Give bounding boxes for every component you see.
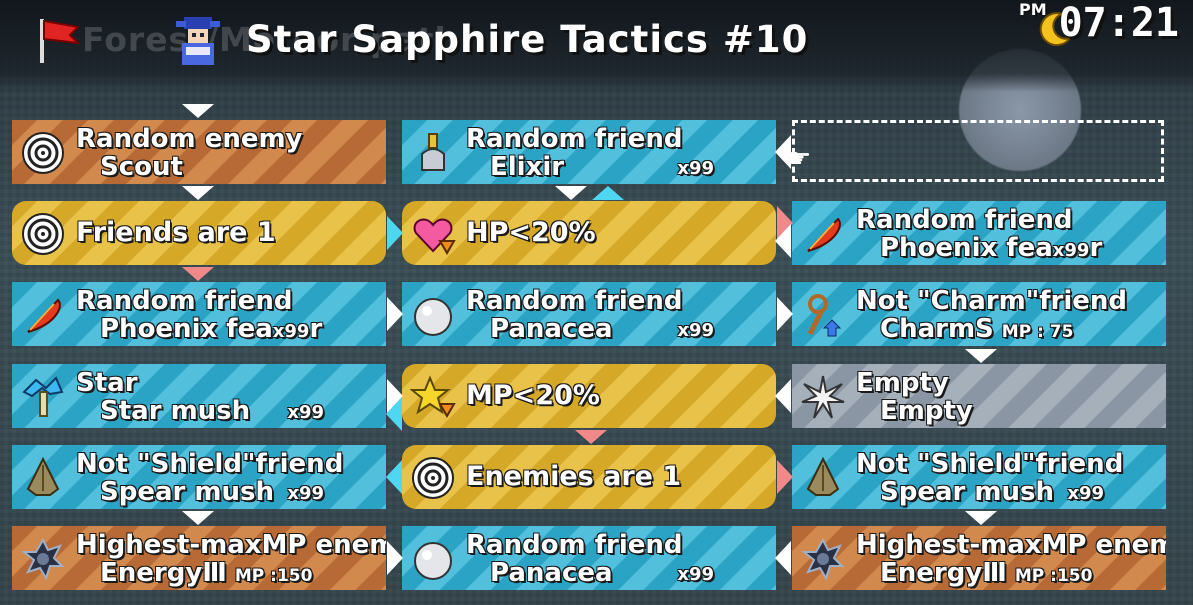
- flow-arrow-down: [182, 511, 214, 525]
- flow-arrow-down-false: [182, 267, 214, 281]
- target-label: Empty: [856, 368, 949, 398]
- action-label: Panacea: [490, 558, 613, 588]
- action-label: CharmS MP : 75: [880, 314, 1074, 344]
- tactic-cell-c2-r6[interactable]: Random friend Panacea x99: [402, 526, 776, 590]
- pearl-icon: [414, 542, 452, 580]
- quantity-label: x99: [677, 320, 714, 341]
- condition-label: HP<20%: [466, 217, 596, 248]
- target-icon: [22, 132, 64, 174]
- clock-time: 07:21: [1058, 0, 1179, 46]
- flow-arrow-left: [386, 397, 402, 431]
- flow-arrow-left: [386, 460, 402, 494]
- flow-arrow-right-false: [777, 460, 793, 494]
- action-label: Star mush: [100, 396, 251, 426]
- empty-sparkle-icon: [801, 375, 845, 419]
- flow-arrow-down: [182, 104, 214, 118]
- target-label: Random friend: [76, 286, 293, 316]
- flow-arrow-left: [775, 541, 791, 575]
- target-label: Star: [76, 368, 138, 398]
- flow-arrow-left: [775, 224, 791, 258]
- character-portrait-icon: [176, 17, 220, 65]
- quantity-label: x99: [1067, 483, 1104, 504]
- target-icon: [412, 457, 454, 499]
- energy-orb-icon: [801, 537, 845, 581]
- action-label: Phoenix feax99r: [880, 233, 1103, 263]
- flow-arrow-left: [775, 379, 791, 413]
- flow-arrow-down: [965, 511, 997, 525]
- tactic-cell-c1-r4[interactable]: Star Star mush x99: [12, 364, 386, 428]
- tactic-cell-c1-r6[interactable]: Highest-maxMP enemy EnergyⅢ MP :150: [12, 526, 386, 590]
- flow-arrow-down: [182, 186, 214, 200]
- action-label: Phoenix feax99r: [100, 314, 323, 344]
- flow-arrow-up: [592, 186, 624, 200]
- header-bar: Forest/Meteor path Star Sapphire Tactics…: [0, 0, 1193, 92]
- condition-label: Friends are 1: [76, 217, 276, 248]
- elixir-bottle-icon: [421, 133, 445, 171]
- pearl-icon: [414, 298, 452, 336]
- quantity-label: x99: [287, 402, 324, 423]
- tactic-cell-c2-r5[interactable]: Enemies are 1: [402, 445, 776, 509]
- star-mushroom-icon: [22, 376, 64, 417]
- quantity-label: x99: [287, 483, 324, 504]
- phoenix-feather-icon: [807, 217, 841, 252]
- condition-label: Enemies are 1: [466, 461, 682, 492]
- action-label: Scout: [100, 152, 183, 182]
- action-label: Spear mush: [880, 477, 1054, 507]
- tactic-cell-c1-r3[interactable]: Random friend Phoenix feax99r: [12, 282, 386, 346]
- flow-arrow-right: [777, 297, 793, 331]
- flow-arrow-left: [775, 135, 791, 169]
- tactic-cell-c1-r5[interactable]: Not "Shield"friend Spear mush x99: [12, 445, 386, 509]
- tactic-cell-c3-r5[interactable]: Not "Shield"friend Spear mush x99: [792, 445, 1166, 509]
- energy-orb-icon: [21, 537, 65, 581]
- action-label: Empty: [880, 396, 973, 426]
- target-label: Not "Shield"friend: [76, 449, 344, 479]
- target-label: Not "Charm"friend: [856, 286, 1128, 316]
- target-icon: [22, 213, 64, 255]
- tactic-cell-c3-r3[interactable]: Not "Charm"friend CharmS MP : 75: [792, 282, 1166, 346]
- target-label: Highest-maxMP enemy: [856, 530, 1166, 560]
- tactic-cell-c1-r1[interactable]: Random enemy Scout: [12, 120, 386, 184]
- page-title: Star Sapphire Tactics #10: [246, 18, 809, 61]
- spear-mushroom-icon: [26, 456, 60, 496]
- pointer-hand-icon: ☛: [788, 144, 812, 174]
- flow-arrow-down: [965, 349, 997, 363]
- heart-down-icon: [413, 218, 456, 255]
- flow-arrow-right: [387, 297, 403, 331]
- charm-staff-icon: [807, 294, 842, 337]
- action-label: Spear mush: [100, 477, 274, 507]
- star-down-icon: [410, 375, 456, 418]
- flow-arrow-right: [387, 216, 403, 250]
- tactic-cell-c2-r3[interactable]: Random friend Panacea x99: [402, 282, 776, 346]
- action-label: EnergyⅢ MP :150: [100, 558, 313, 588]
- phoenix-feather-icon: [27, 298, 61, 333]
- tactic-cell-c2-r1[interactable]: Random friend Elixir x99: [402, 120, 776, 184]
- tactic-cell-c2-r4[interactable]: MP<20%: [402, 364, 776, 428]
- quantity-label: x99: [677, 564, 714, 585]
- quantity-label: x99: [677, 158, 714, 179]
- target-label: Highest-maxMP enemy: [76, 530, 386, 560]
- empty-slot[interactable]: [792, 120, 1164, 182]
- action-label: Elixir: [490, 152, 565, 182]
- tactic-cell-c3-r4[interactable]: Empty Empty: [792, 364, 1166, 428]
- spear-mushroom-icon: [806, 456, 840, 496]
- tactic-cell-c1-r2[interactable]: Friends are 1: [12, 201, 386, 265]
- target-label: Not "Shield"friend: [856, 449, 1124, 479]
- flow-arrow-down: [555, 186, 587, 200]
- target-label: Random friend: [466, 530, 683, 560]
- target-label: Random friend: [856, 205, 1073, 235]
- condition-label: MP<20%: [466, 380, 600, 411]
- action-label: Panacea: [490, 314, 613, 344]
- tactic-cell-c3-r6[interactable]: Highest-maxMP enemy EnergyⅢ MP :150: [792, 526, 1166, 590]
- tactic-cell-c2-r2[interactable]: HP<20%: [402, 201, 776, 265]
- flow-arrow-down-false: [575, 430, 607, 444]
- tactic-cell-c3-r2[interactable]: Random friend Phoenix feax99r: [792, 201, 1166, 265]
- target-label: Random friend: [466, 124, 683, 154]
- action-label: EnergyⅢ MP :150: [880, 558, 1093, 588]
- target-label: Random enemy: [76, 124, 303, 154]
- target-label: Random friend: [466, 286, 683, 316]
- flow-arrow-right: [387, 541, 403, 575]
- flag-icon: [40, 19, 81, 63]
